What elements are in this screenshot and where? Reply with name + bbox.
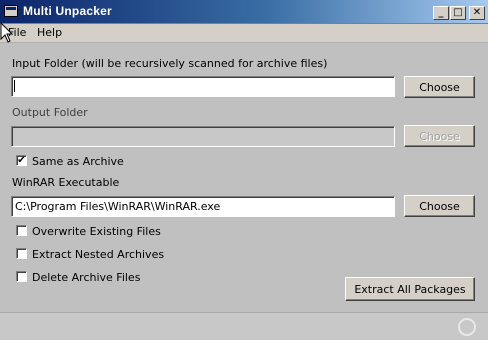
input-folder-field[interactable]: [11, 76, 395, 97]
winrar-path-field[interactable]: C:\Program Files\WinRAR\WinRAR.exe: [11, 196, 395, 217]
overwrite-existing-label: Overwrite Existing Files: [32, 225, 161, 238]
output-folder-choose-button[interactable]: Choose: [404, 125, 475, 147]
same-as-archive-label: Same as Archive: [32, 155, 124, 168]
output-folder-label: Output Folder: [12, 106, 88, 119]
delete-archive-label: Delete Archive Files: [32, 271, 141, 284]
delete-archive-checkbox[interactable]: [16, 271, 27, 282]
extract-nested-label: Extract Nested Archives: [32, 248, 165, 261]
window-title: Multi Unpacker: [23, 4, 112, 18]
output-folder-field[interactable]: [11, 126, 395, 147]
mouse-pointer-icon: [0, 22, 14, 43]
maximize-button[interactable]: □: [450, 6, 466, 20]
app-icon[interactable]: [4, 5, 18, 17]
winrar-executable-label: WinRAR Executable: [12, 176, 120, 189]
input-folder-label: Input Folder (will be recursively scanne…: [12, 57, 328, 70]
close-button[interactable]: ✕: [469, 6, 485, 20]
status-bar: [0, 312, 488, 340]
menu-help[interactable]: Help: [37, 26, 62, 39]
minimize-button[interactable]: _: [433, 6, 449, 20]
winrar-choose-button[interactable]: Choose: [404, 195, 475, 217]
status-ring-icon: [458, 318, 476, 336]
menu-bar: [0, 24, 488, 43]
text-caret: [14, 80, 15, 92]
input-folder-choose-button[interactable]: Choose: [404, 76, 475, 98]
overwrite-existing-checkbox[interactable]: [16, 225, 27, 236]
same-as-archive-checkbox[interactable]: ✔: [16, 155, 27, 166]
extract-all-button[interactable]: Extract All Packages: [345, 277, 475, 301]
extract-nested-checkbox[interactable]: [16, 248, 27, 259]
